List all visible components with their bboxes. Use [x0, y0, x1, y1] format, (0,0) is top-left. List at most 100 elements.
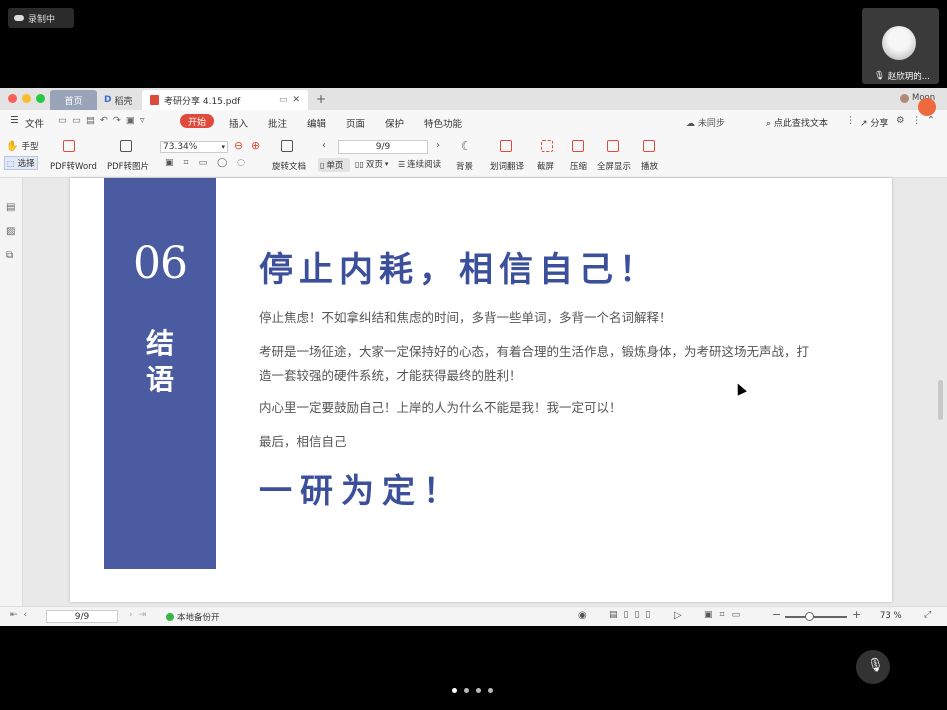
- status-zoom-value: 73 %: [880, 611, 902, 621]
- fullscreen-toggle-icon[interactable]: ⤢: [924, 610, 931, 620]
- fit-view-icons[interactable]: ▣⌗▭: [704, 610, 747, 620]
- more-vertical-icon[interactable]: ⋮: [846, 115, 856, 126]
- thumbnail-icon[interactable]: ▨: [6, 226, 15, 237]
- zoom-value: 73.34%: [163, 142, 198, 152]
- recording-badge: 录制中: [8, 8, 74, 28]
- page-heading: 停止内耗，相信自己！: [259, 250, 659, 290]
- mic-icon: 🎙: [874, 71, 885, 81]
- menu-start[interactable]: 开始: [180, 114, 214, 128]
- tab-daoke[interactable]: D 稻壳: [98, 90, 140, 110]
- mute-mic-button[interactable]: 🎙: [856, 650, 890, 684]
- minimize-window-icon[interactable]: [22, 94, 31, 103]
- more-options-icon[interactable]: ⋮: [912, 115, 922, 126]
- status-page-input[interactable]: 9/9: [46, 610, 118, 623]
- screenshot-icon: [541, 140, 553, 152]
- user-avatar-icon: [900, 93, 909, 103]
- view-tools-icons[interactable]: ▣⌗▭◯◌: [165, 158, 255, 168]
- quick-access-icons[interactable]: ▭▭▤↶↷▣▿: [58, 115, 150, 126]
- document-viewport[interactable]: ▤ ▨ ⧉ 06 结 语 停止内耗，相信自己！ 停止焦虑！不如拿纠结和焦虑的时间…: [0, 178, 947, 606]
- outline-icon[interactable]: ▤: [6, 202, 15, 213]
- single-page-button[interactable]: ▯ 单页: [318, 158, 350, 172]
- avatar: [882, 26, 916, 60]
- pages-icon[interactable]: ⧉: [6, 250, 13, 261]
- participant-name: 赵欣玥的...: [887, 72, 930, 82]
- cloud-icon: [14, 15, 24, 21]
- section-number: 06: [133, 238, 188, 289]
- share-label: 分享: [870, 119, 889, 129]
- zoom-minus-icon[interactable]: −: [772, 608, 781, 621]
- tab-pdf-document[interactable]: 考研分享 4.15.pdf ▭ ✕: [142, 90, 308, 110]
- continuous-reading-button[interactable]: ☰ 连续阅读: [398, 158, 442, 171]
- share-button[interactable]: ↗ 分享: [860, 116, 888, 129]
- fullscreen-icon: [607, 140, 619, 152]
- compress-button[interactable]: 压缩: [570, 160, 587, 172]
- tab-close-icon[interactable]: ✕: [292, 95, 300, 105]
- next-page-icon[interactable]: ›: [436, 140, 440, 151]
- hand-tool[interactable]: ✋ 手型: [6, 140, 38, 153]
- menu-edit[interactable]: 编辑: [307, 116, 326, 130]
- eye-care-icon[interactable]: ◉: [578, 610, 587, 621]
- play-button[interactable]: 播放: [641, 160, 658, 172]
- collapse-ribbon-icon[interactable]: ⌃: [927, 115, 935, 126]
- vertical-scrollbar[interactable]: [938, 380, 943, 420]
- menu-features[interactable]: 特色功能: [424, 116, 462, 130]
- double-page-icon: ▯▯: [355, 159, 364, 169]
- menu-protect[interactable]: 保护: [385, 116, 404, 130]
- find-text-button[interactable]: ⌕ 点此查找文本: [766, 116, 828, 129]
- hamburger-menu-icon[interactable]: ☰: [10, 115, 19, 126]
- background-button[interactable]: 背景: [456, 160, 473, 172]
- rotate-document-button[interactable]: 旋转文档: [272, 160, 306, 172]
- zoom-slider[interactable]: [785, 612, 847, 621]
- prev-page-icon[interactable]: ‹: [322, 140, 326, 151]
- menu-annotate[interactable]: 批注: [268, 116, 287, 130]
- local-backup-label: 本地备份开: [177, 613, 220, 623]
- new-tab-icon[interactable]: +: [316, 92, 326, 106]
- translate-button[interactable]: 划词翻译: [490, 160, 524, 172]
- first-prev-page-icons[interactable]: ⇤‹: [10, 610, 33, 620]
- zoom-out-icon[interactable]: ⊖: [234, 139, 243, 152]
- floating-assistant-icon[interactable]: [918, 98, 936, 116]
- play-circle-icon[interactable]: ▷: [674, 610, 682, 621]
- continuous-reading-label: 连续阅读: [407, 160, 442, 170]
- fullscreen-button[interactable]: 全屏显示: [597, 160, 631, 172]
- tab-home-label: 首页: [64, 96, 83, 107]
- zoom-slider-handle[interactable]: [805, 612, 814, 621]
- tab-pin-icon[interactable]: ▭: [279, 95, 288, 105]
- closing-slogan: 一研为定！: [259, 471, 464, 510]
- participant-tile[interactable]: 🎙 赵欣玥的...: [862, 8, 939, 84]
- page-dot[interactable]: [476, 688, 481, 693]
- maximize-window-icon[interactable]: [36, 94, 45, 103]
- hand-icon: ✋: [6, 140, 19, 152]
- page-indicator[interactable]: [452, 688, 493, 693]
- select-cursor-icon: ⬚: [7, 158, 15, 168]
- settings-gear-icon[interactable]: ⚙: [896, 115, 905, 126]
- tab-home[interactable]: 首页: [50, 90, 97, 110]
- double-page-button[interactable]: ▯▯ 双页 ▾: [355, 158, 388, 171]
- pdf-to-image-icon: [120, 140, 132, 152]
- zoom-in-icon[interactable]: ⊕: [251, 139, 260, 152]
- page-dot[interactable]: [488, 688, 493, 693]
- menu-page[interactable]: 页面: [346, 116, 365, 130]
- pdf-to-image-button[interactable]: PDF转图片: [107, 160, 149, 172]
- page-dot[interactable]: [464, 688, 469, 693]
- page-dot[interactable]: [452, 688, 457, 693]
- select-tool[interactable]: ⬚ 选择: [4, 156, 38, 170]
- local-backup-status[interactable]: 本地备份开: [166, 611, 220, 623]
- page-number-input[interactable]: 9/9: [338, 140, 428, 154]
- zoom-plus-icon[interactable]: +: [852, 608, 861, 621]
- sync-status[interactable]: ☁ 未同步: [686, 116, 725, 129]
- page-layout-icons[interactable]: ▤▯▯▯: [609, 610, 656, 620]
- menu-insert[interactable]: 插入: [229, 116, 248, 130]
- play-icon: [643, 140, 655, 152]
- close-window-icon[interactable]: [8, 94, 17, 103]
- section-band: 06 结 语: [104, 178, 216, 569]
- screenshot-button[interactable]: 截屏: [537, 160, 554, 172]
- paragraph-1: 停止焦虑！不如拿纠结和焦虑的时间，多背一些单词，多背一个名词解释！: [259, 310, 672, 325]
- pdf-to-word-button[interactable]: PDF转Word: [50, 160, 97, 172]
- find-text-label: 点此查找文本: [773, 119, 828, 129]
- paragraph-2: 考研是一场征途，大家一定保持好的心态，有着合理的生活作息，锻炼身体，为考研这场无…: [259, 344, 810, 383]
- next-last-page-icons[interactable]: ›⇥: [129, 610, 152, 620]
- check-circle-icon: [166, 613, 174, 621]
- menu-file[interactable]: 文件: [25, 116, 44, 130]
- zoom-select[interactable]: 73.34% ▾: [160, 141, 228, 153]
